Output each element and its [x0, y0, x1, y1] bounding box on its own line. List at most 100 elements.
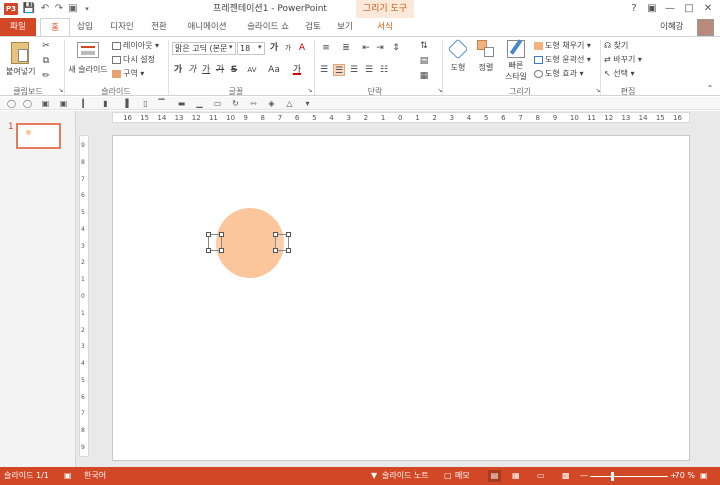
font-name-combo[interactable]: 맑은 고딕 (본문 [172, 42, 236, 55]
find-button[interactable]: ☊ 찾기 [604, 40, 628, 51]
tab-format[interactable]: 서식 [370, 18, 400, 37]
slideshow-view-icon[interactable]: ▩ [562, 467, 570, 485]
language-indicator[interactable]: 한국어 [84, 467, 106, 485]
horizontal-ruler[interactable]: 16 15 14 13 12 11 10 9 8 7 6 5 4 3 2 1 0 1 2 3 4 5 6 7 8 9 10 11 12 1… [112, 112, 690, 123]
align-middle-icon[interactable]: ▬ [176, 98, 187, 109]
smartart-icon[interactable]: ▦ [418, 70, 430, 82]
align-right-objects-icon[interactable]: ▐ [120, 98, 131, 109]
fill-color-icon[interactable]: ◈ [266, 98, 277, 109]
tab-file[interactable]: 파일 [0, 18, 36, 37]
distribute-v-icon[interactable]: ▭ [212, 98, 223, 109]
vertical-ruler[interactable]: 9 8 7 6 5 4 3 2 1 0 1 2 3 4 5 6 7 8 9 [79, 135, 89, 457]
tab-slideshow[interactable]: 슬라이드 쇼 [240, 18, 296, 37]
zoom-slider-thumb[interactable] [611, 472, 614, 481]
copy-icon[interactable]: ⧉ [40, 55, 52, 67]
tab-animations[interactable]: 애니메이션 [180, 18, 234, 37]
columns-icon[interactable]: ☷ [378, 64, 390, 76]
avatar[interactable] [697, 19, 714, 36]
shape-effects-button[interactable]: 도형 효과 ▾ [534, 68, 584, 79]
tab-insert[interactable]: 삽입 [72, 18, 98, 37]
shapes-button[interactable]: 도형 [446, 38, 470, 73]
align-left-icon[interactable]: ☰ [318, 64, 330, 76]
slide-thumbnail[interactable] [16, 123, 61, 149]
increase-indent-icon[interactable]: ⇥ [374, 42, 386, 54]
flip-icon[interactable]: ⇿ [248, 98, 259, 109]
italic-icon[interactable]: 가 [186, 64, 198, 76]
ribbon-display-options-icon[interactable]: ▣ [644, 2, 660, 16]
zoom-slider-track[interactable] [590, 476, 668, 477]
quick-styles-button[interactable]: 빠른 스타일 [502, 39, 530, 82]
spellcheck-icon[interactable]: ▣ [64, 467, 72, 485]
align-center-icon[interactable]: ☰ [333, 64, 345, 76]
resize-handle[interactable] [286, 232, 291, 237]
font-color-icon[interactable]: 가 [291, 64, 303, 76]
format-painter-icon[interactable]: ✏ [40, 70, 52, 82]
notes-button[interactable]: 슬라이드 노트 [382, 467, 429, 485]
numbering-icon[interactable]: ≣ [340, 42, 352, 54]
font-size-dropdown-icon[interactable]: ▾ [258, 43, 262, 51]
bullets-icon[interactable]: ≡ [320, 42, 332, 54]
strikethrough-icon[interactable]: 가 [214, 64, 226, 76]
more-icon[interactable]: ▾ [302, 98, 313, 109]
change-case-icon[interactable]: Aa [265, 64, 283, 76]
maximize-icon[interactable]: □ [681, 2, 697, 16]
slide-canvas[interactable] [112, 135, 690, 461]
select-button[interactable]: ↖ 선택 ▾ [604, 68, 635, 79]
tab-home[interactable]: 홈 [40, 18, 70, 38]
user-name[interactable]: 이혜강 [660, 18, 683, 37]
minimize-icon[interactable]: — [662, 2, 678, 16]
slide-sorter-icon[interactable]: ▦ [512, 467, 520, 485]
align-left-objects-icon[interactable]: ▎ [80, 98, 91, 109]
justify-icon[interactable]: ☰ [363, 64, 375, 76]
resize-handle[interactable] [273, 232, 278, 237]
shrink-font-icon[interactable]: 가 [282, 42, 294, 54]
distribute-h-icon[interactable]: ▯ [140, 98, 151, 109]
group-icon[interactable]: ◯ [6, 98, 17, 109]
redo-icon[interactable]: ↷ [52, 2, 66, 16]
cut-icon[interactable]: ✂ [40, 40, 52, 52]
shape-outline-button[interactable]: 도형 윤곽선 ▾ [534, 54, 591, 65]
fit-to-window-icon[interactable]: ▣ [700, 467, 708, 485]
grow-font-icon[interactable]: 가 [268, 42, 280, 54]
customize-qat-icon[interactable]: ▾ [80, 2, 94, 16]
shape-fill-button[interactable]: 도형 채우기 ▾ [534, 40, 591, 51]
tab-review[interactable]: 검토 [300, 18, 326, 37]
underline-icon[interactable]: 가 [200, 64, 212, 76]
clear-formatting-icon[interactable]: A [296, 42, 308, 54]
undo-icon[interactable]: ↶ [38, 2, 52, 16]
collapse-ribbon-icon[interactable]: ⌃ [704, 83, 716, 95]
character-spacing-icon[interactable]: AV [243, 64, 261, 76]
comments-button[interactable]: 메모 [455, 467, 470, 485]
align-top-icon[interactable]: ▔ [156, 98, 167, 109]
resize-handle[interactable] [206, 248, 211, 253]
font-name-dropdown-icon[interactable]: ▾ [229, 43, 233, 51]
zoom-out-icon[interactable]: — [580, 467, 588, 485]
reading-view-icon[interactable]: ▭ [537, 467, 545, 485]
close-icon[interactable]: ✕ [700, 2, 716, 16]
resize-handle[interactable] [286, 248, 291, 253]
paste-button[interactable]: 붙여넣기 [6, 40, 35, 84]
tab-design[interactable]: 디자인 [104, 18, 140, 37]
align-bottom-icon[interactable]: ▁ [194, 98, 205, 109]
ungroup-icon[interactable]: ◯ [22, 98, 33, 109]
resize-handle[interactable] [273, 248, 278, 253]
bold-icon[interactable]: 가 [172, 64, 184, 76]
align-right-icon[interactable]: ☰ [348, 64, 360, 76]
text-shadow-icon[interactable]: S [228, 64, 240, 76]
save-icon[interactable]: 💾 [22, 2, 36, 16]
powerpoint-app-icon[interactable]: P3 [4, 3, 18, 15]
resize-handle[interactable] [219, 232, 224, 237]
section-button[interactable]: 구역 ▾ [112, 68, 144, 79]
resize-handle[interactable] [219, 248, 224, 253]
align-text-icon[interactable]: ▤ [418, 55, 430, 67]
resize-handle[interactable] [206, 232, 211, 237]
normal-view-icon[interactable]: ▤ [488, 470, 501, 482]
tab-view[interactable]: 보기 [332, 18, 358, 37]
text-direction-icon[interactable]: ⇅ [418, 40, 430, 52]
align-center-objects-icon[interactable]: ▮ [100, 98, 111, 109]
start-slideshow-icon[interactable]: ▣ [66, 2, 80, 16]
reset-button[interactable]: 다시 설정 [112, 54, 155, 65]
line-color-icon[interactable]: △ [284, 98, 295, 109]
new-slide-button[interactable]: 새 슬라이드 [67, 40, 109, 84]
decrease-indent-icon[interactable]: ⇤ [360, 42, 372, 54]
